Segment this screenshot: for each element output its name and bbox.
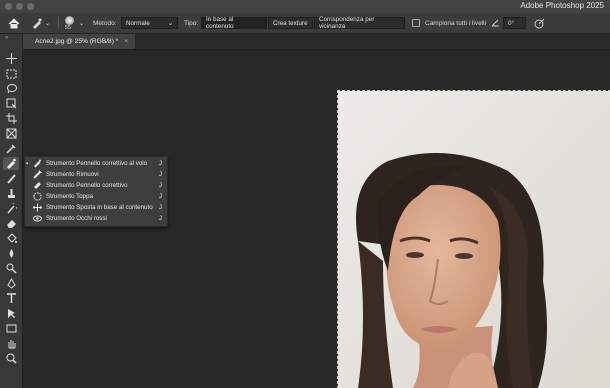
brush-size-picker[interactable]: 55 ⌄ [64, 13, 84, 33]
chevron-down-icon: ⌄ [79, 20, 85, 27]
red-eye-icon [33, 215, 42, 222]
spot-healing-brush-icon [33, 18, 42, 29]
current-tool-indicator-icon: ▪ [26, 160, 29, 167]
document-image[interactable] [337, 90, 610, 388]
frame-tool-icon[interactable] [3, 127, 19, 140]
flyout-item-red-eye[interactable]: Strumento Occhi rossi J [25, 213, 167, 224]
flyout-item-content-aware-move[interactable]: Strumento Sposta in base al contenuto J [25, 202, 167, 213]
flyout-item-remove[interactable]: Strumento Rimuovi J [25, 169, 167, 180]
portrait-photo [338, 91, 610, 388]
move-tool-icon[interactable] [3, 52, 19, 65]
paint-bucket-icon[interactable] [3, 232, 19, 245]
flyout-item-healing-brush[interactable]: Strumento Pennello correttivo J [25, 180, 167, 191]
spot-healing-brush-icon[interactable] [3, 157, 19, 170]
zoom-tool-icon[interactable] [3, 352, 19, 365]
history-brush-icon[interactable] [3, 202, 19, 215]
home-icon [8, 17, 20, 28]
sample-all-layers-checkbox[interactable]: Campiona tutti i livelli [412, 13, 486, 33]
tipo-proximity-match-button[interactable]: Corrispondenza per vicinanza [314, 16, 405, 30]
document-tab[interactable]: Acne2.jpg @ 25% (RGB/8) * × [23, 34, 135, 49]
collapse-panel-icon[interactable]: » [5, 35, 8, 41]
angle-icon [491, 13, 500, 33]
eraser-icon[interactable] [3, 217, 19, 230]
chevron-down-icon: ⌄ [167, 19, 173, 27]
tools-panel: » [0, 34, 23, 388]
angle-input[interactable]: 0° [503, 17, 526, 29]
options-bar: ⌄ 55 ⌄ Metodo: Normale ⌄ Tipo: In base al… [0, 13, 610, 34]
tipo-content-aware-button[interactable]: In base al contenuto [201, 16, 267, 30]
rectangle-tool-icon[interactable] [3, 322, 19, 335]
pen-tool-icon[interactable] [3, 277, 19, 290]
flyout-item-patch[interactable]: Strumento Toppa J [25, 191, 167, 202]
window-titlebar: Adobe Photoshop 2025 [0, 0, 610, 13]
healing-brush-icon [34, 182, 41, 189]
tipo-create-texture-button[interactable]: Crea texture [268, 17, 313, 29]
home-button[interactable] [8, 13, 20, 33]
flyout-item-spot-healing[interactable]: ▪ Strumento Pennello correttivo al volo … [25, 158, 167, 169]
lasso-tool-icon[interactable] [3, 82, 19, 95]
minimize-window-button[interactable] [16, 3, 23, 10]
close-tab-icon[interactable]: × [124, 38, 128, 45]
metodo-label: Metodo: [93, 19, 117, 27]
metodo-select[interactable]: Normale ⌄ [121, 17, 178, 29]
document-tab-bar: Acne2.jpg @ 25% (RGB/8) * × [23, 34, 610, 50]
tipo-label: Tipo: [184, 19, 199, 27]
tool-preset-picker[interactable]: ⌄ [31, 13, 50, 33]
chevron-down-icon: ⌄ [45, 20, 51, 27]
hand-tool-icon[interactable] [3, 337, 19, 350]
brush-size-value: 55 [65, 25, 72, 31]
blur-tool-icon[interactable] [3, 247, 19, 260]
crop-tool-icon[interactable] [3, 112, 19, 125]
healing-tools-flyout: ▪ Strumento Pennello correttivo al volo … [24, 156, 168, 227]
object-select-icon[interactable] [3, 97, 19, 110]
type-tool-icon[interactable] [3, 292, 19, 305]
brush-tool-icon[interactable] [3, 172, 19, 185]
eyedropper-icon[interactable] [3, 142, 19, 155]
patch-tool-icon [33, 192, 42, 201]
app-title: Adobe Photoshop 2025 [520, 1, 604, 10]
clone-stamp-icon[interactable] [3, 187, 19, 200]
spot-healing-brush-icon [34, 159, 41, 168]
pressure-size-button[interactable] [534, 13, 545, 33]
content-aware-move-icon [33, 203, 42, 212]
brush-tip-icon [65, 16, 74, 25]
dodge-tool-icon[interactable] [3, 262, 19, 275]
close-window-button[interactable] [5, 3, 12, 10]
checkbox-icon [412, 19, 420, 27]
zoom-window-button[interactable] [27, 3, 34, 10]
path-select-icon[interactable] [3, 307, 19, 320]
remove-tool-icon [33, 170, 42, 179]
marquee-tool-icon[interactable] [3, 67, 19, 80]
pressure-icon [534, 18, 545, 28]
